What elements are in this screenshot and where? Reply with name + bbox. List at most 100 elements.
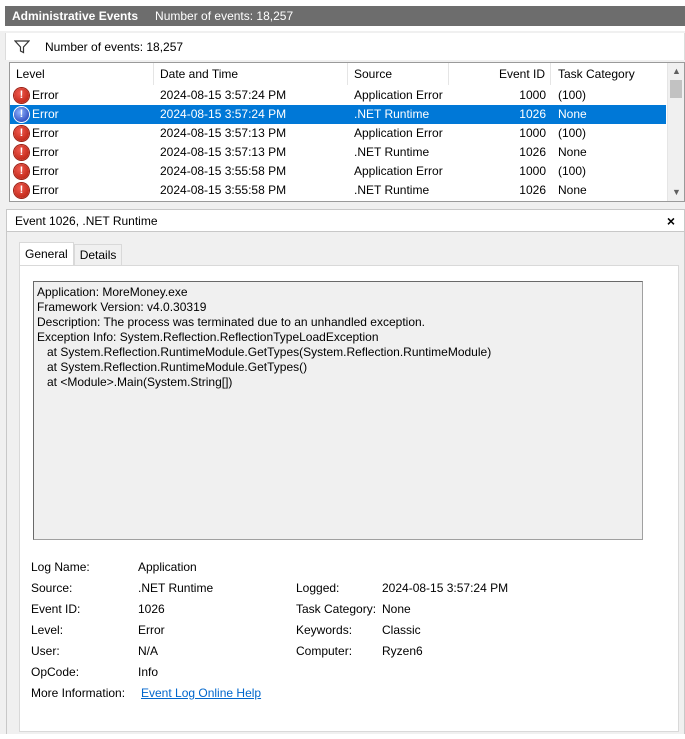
close-icon[interactable]: × [667, 213, 675, 229]
filter-bar: Number of events: 18,257 [5, 33, 685, 60]
event-eventid-cell: 1000 [519, 164, 546, 178]
event-level-cell: ! Error [10, 86, 154, 105]
event-source-cell: .NET Runtime [354, 183, 430, 197]
events-header: Level Date and Time Source Event ID Task… [10, 63, 666, 85]
general-tab-body: Application: MoreMoney.exe Framework Vers… [19, 265, 679, 732]
event-source-cell: .NET Runtime [354, 107, 430, 121]
event-level-text: Error [32, 88, 59, 102]
tab-details[interactable]: Details [73, 244, 123, 265]
tab-general[interactable]: General [19, 242, 74, 265]
event-date-cell: 2024-08-15 3:57:13 PM [160, 126, 287, 140]
event-level-text: Error [32, 107, 59, 121]
description-line: Framework Version: v4.0.30319 [37, 300, 207, 314]
event-log-online-help-link[interactable]: Event Log Online Help [141, 683, 261, 704]
filter-summary: Number of events: 18,257 [45, 39, 184, 54]
event-task-cell: (100) [558, 88, 587, 102]
logged-value: 2024-08-15 3:57:24 PM [382, 581, 509, 595]
view-title-bar: Administrative Events Number of events: … [5, 6, 685, 26]
event-level-cell: ! Error [10, 124, 154, 143]
logged-label: Logged: [296, 581, 340, 595]
event-task-cell: None [558, 145, 587, 159]
event-level-text: Error [32, 145, 59, 159]
event-eventid-cell: 1026 [519, 183, 546, 197]
event-eventid-cell: 1000 [519, 88, 546, 102]
event-row[interactable]: ! Error 2024-08-15 3:57:24 PM .NET Runtime 1… [10, 105, 666, 124]
column-header-source[interactable]: Source [348, 63, 449, 85]
more-info-label: More Information: [31, 686, 126, 700]
opcode-label: OpCode: [31, 665, 80, 679]
event-date-cell: 2024-08-15 3:57:24 PM [160, 107, 287, 121]
event-level-cell: ! Error [10, 181, 154, 200]
description-line: Description: The process was terminated … [37, 315, 426, 329]
error-icon: ! [14, 88, 29, 103]
event-level-text: Error [32, 183, 59, 197]
log-name-value: Application [138, 560, 197, 574]
event-id-value: 1026 [138, 602, 165, 616]
event-source-cell: Application Error [354, 164, 443, 178]
event-eventid-cell: 1026 [519, 107, 546, 121]
bottom-strip [0, 734, 685, 739]
event-source-cell: .NET Runtime [354, 145, 430, 159]
event-task-cell: None [558, 107, 587, 121]
event-row[interactable]: ! Error 2024-08-15 3:55:58 PM .NET Runtime 1… [10, 181, 666, 200]
column-header-date[interactable]: Date and Time [154, 63, 348, 85]
events-list[interactable]: Level Date and Time Source Event ID Task… [9, 62, 685, 202]
column-header-level[interactable]: Level [10, 63, 154, 85]
description-line: at <Module>.Main(System.String[]) [37, 375, 233, 389]
event-row[interactable]: ! Error 2024-08-15 3:57:24 PM Application E… [10, 86, 666, 105]
event-row[interactable]: ! Error 2024-08-15 3:55:58 PM Application E… [10, 162, 666, 181]
event-task-cell: None [558, 183, 587, 197]
computer-label: Computer: [296, 644, 353, 658]
description-line: Exception Info: System.Reflection.Reflec… [37, 330, 379, 344]
event-task-cell: (100) [558, 126, 587, 140]
task-category-label: Task Category: [296, 602, 377, 616]
events-scrollbar[interactable]: ▲ ▼ [667, 63, 684, 201]
event-level-text: Error [32, 126, 59, 140]
column-header-task-category[interactable]: Task Category [551, 63, 666, 85]
view-title: Administrative Events [12, 9, 139, 23]
detail-header: Event 1026, .NET Runtime × [7, 210, 684, 232]
event-count: Number of events: 18,257 [155, 9, 294, 23]
event-source-cell: Application Error [354, 88, 443, 102]
event-date-cell: 2024-08-15 3:55:58 PM [160, 164, 287, 178]
error-icon: ! [14, 183, 29, 198]
event-date-cell: 2024-08-15 3:55:58 PM [160, 183, 287, 197]
event-level-text: Error [32, 164, 59, 178]
error-icon: ! [14, 145, 29, 160]
detail-tabs: General Details [19, 242, 123, 265]
description-line: Application: MoreMoney.exe [37, 285, 188, 299]
filter-icon[interactable] [14, 39, 30, 54]
scroll-down-icon[interactable]: ▼ [668, 184, 684, 201]
titlebar: Administrative Events Number of events: … [0, 0, 685, 31]
keywords-label: Keywords: [296, 623, 353, 637]
column-header-event-id[interactable]: Event ID [449, 63, 551, 85]
description-line: at System.Reflection.RuntimeModule.GetTy… [37, 345, 492, 359]
event-level-cell: ! Error [10, 162, 154, 181]
error-icon: ! [14, 107, 29, 122]
scroll-thumb[interactable] [670, 80, 682, 98]
event-level-cell: ! Error [10, 105, 154, 124]
description-line: at System.Reflection.RuntimeModule.GetTy… [37, 360, 308, 374]
event-id-label: Event ID: [31, 602, 81, 616]
event-level-cell: ! Error [10, 143, 154, 162]
event-task-cell: (100) [558, 164, 587, 178]
detail-title: Event 1026, .NET Runtime [15, 213, 158, 228]
task-category-value: None [382, 602, 411, 616]
computer-value: Ryzen6 [382, 644, 423, 658]
event-detail-pane: Event 1026, .NET Runtime × General Detai… [6, 209, 685, 739]
event-eventid-cell: 1026 [519, 145, 546, 159]
error-icon: ! [14, 164, 29, 179]
event-row[interactable]: ! Error 2024-08-15 3:57:13 PM .NET Runtime 1… [10, 143, 666, 162]
scroll-up-icon[interactable]: ▲ [668, 63, 684, 80]
event-description[interactable]: Application: MoreMoney.exe Framework Vers… [33, 281, 643, 540]
source-value: .NET Runtime [138, 581, 214, 595]
event-date-cell: 2024-08-15 3:57:13 PM [160, 145, 287, 159]
log-name-label: Log Name: [31, 560, 90, 574]
event-source-cell: Application Error [354, 126, 443, 140]
level-label: Level: [31, 623, 64, 637]
source-label: Source: [31, 581, 73, 595]
user-value: N/A [138, 644, 159, 658]
event-date-cell: 2024-08-15 3:57:24 PM [160, 88, 287, 102]
event-row[interactable]: ! Error 2024-08-15 3:57:13 PM Application E… [10, 124, 666, 143]
level-value: Error [138, 623, 165, 637]
